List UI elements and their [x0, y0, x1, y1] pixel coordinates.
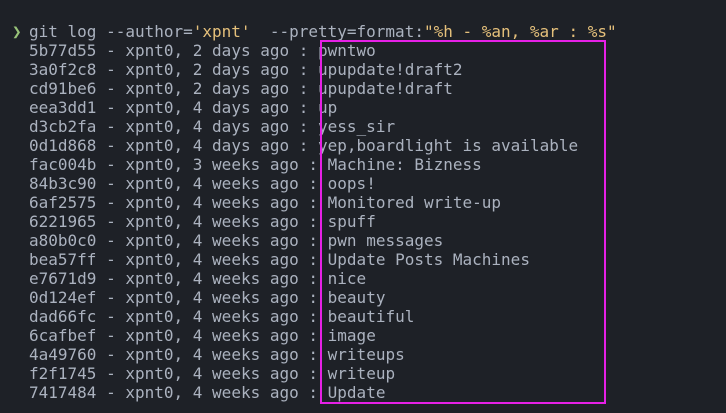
commit-author: xpnt0 [125, 212, 174, 231]
commit-hash: 4a49760 [29, 345, 97, 364]
commit-author: xpnt0 [125, 193, 174, 212]
commit-hash: 6cafbef [29, 326, 97, 345]
commit-age: 4 weeks ago [192, 288, 299, 307]
commit-author: xpnt0 [125, 288, 174, 307]
commit-age: 2 days ago [192, 41, 290, 60]
commit-hash: 84b3c90 [29, 174, 97, 193]
format-argument: "%h - %an, %ar : %s" [423, 22, 617, 41]
commit-author: xpnt0 [125, 345, 174, 364]
commit-hash: 6221965 [29, 212, 97, 231]
commit-hash: d3cb2fa [29, 117, 97, 136]
commit-age: 4 weeks ago [192, 231, 299, 250]
log-entry: e7671d9 - xpnt0, 4 weeks ago : nice [29, 269, 367, 288]
commit-hash: eea3dd1 [29, 98, 97, 117]
commit-age: 4 weeks ago [192, 193, 299, 212]
commit-age: 4 weeks ago [192, 383, 299, 402]
commit-hash: 7417484 [29, 383, 97, 402]
commit-hash: cd91be6 [29, 79, 97, 98]
commit-hash: a80b0c0 [29, 231, 97, 250]
commit-author: xpnt0 [125, 383, 174, 402]
commit-hash: fac004b [29, 155, 97, 174]
commit-author: xpnt0 [125, 117, 174, 136]
commit-hash: bea57ff [29, 250, 97, 269]
commit-age: 3 weeks ago [192, 155, 299, 174]
commit-age: 4 weeks ago [192, 250, 299, 269]
commit-author: xpnt0 [125, 136, 174, 155]
commit-age: 4 weeks ago [192, 174, 299, 193]
commit-author: xpnt0 [125, 174, 174, 193]
commit-hash: 6af2575 [29, 193, 97, 212]
commit-hash: f2f1745 [29, 364, 97, 383]
command-text: git log --author= [29, 22, 193, 41]
commit-author: xpnt0 [125, 231, 174, 250]
commit-author: xpnt0 [125, 364, 174, 383]
commit-age: 4 days ago [192, 98, 290, 117]
commit-hash: dad66fc [29, 307, 97, 326]
commit-age: 4 weeks ago [192, 212, 299, 231]
commit-age: 4 weeks ago [192, 269, 299, 288]
commit-age: 4 weeks ago [192, 345, 299, 364]
prompt-symbol: ❯ [12, 22, 22, 41]
command-line[interactable]: git log --author='xpnt' --pretty=format:… [29, 22, 617, 41]
commit-age: 2 days ago [192, 79, 290, 98]
commit-hash: 3a0f2c8 [29, 60, 97, 79]
commit-age: 4 weeks ago [192, 307, 299, 326]
highlight-box [320, 40, 606, 404]
log-entry: eea3dd1 - xpnt0, 4 days ago : up [29, 98, 338, 117]
pretty-option: --pretty=format: [250, 22, 424, 41]
commit-author: xpnt0 [125, 60, 174, 79]
commit-age: 4 weeks ago [192, 326, 299, 345]
terminal-window[interactable]: ❯ git log --author='xpnt' --pretty=forma… [0, 0, 726, 413]
commit-hash: 5b77d55 [29, 41, 97, 60]
commit-hash: 0d124ef [29, 288, 97, 307]
commit-author: xpnt0 [125, 98, 174, 117]
commit-author: xpnt0 [125, 41, 174, 60]
commit-author: xpnt0 [125, 269, 174, 288]
commit-author: xpnt0 [125, 79, 174, 98]
commit-author: xpnt0 [125, 250, 174, 269]
author-argument: 'xpnt' [192, 22, 251, 41]
commit-age: 4 days ago [192, 136, 290, 155]
commit-hash: e7671d9 [29, 269, 97, 288]
commit-age: 4 days ago [192, 117, 290, 136]
commit-author: xpnt0 [125, 307, 174, 326]
commit-age: 2 days ago [192, 60, 290, 79]
commit-author: xpnt0 [125, 326, 174, 345]
commit-age: 4 weeks ago [192, 364, 299, 383]
commit-author: xpnt0 [125, 155, 174, 174]
commit-hash: 0d1d868 [29, 136, 97, 155]
